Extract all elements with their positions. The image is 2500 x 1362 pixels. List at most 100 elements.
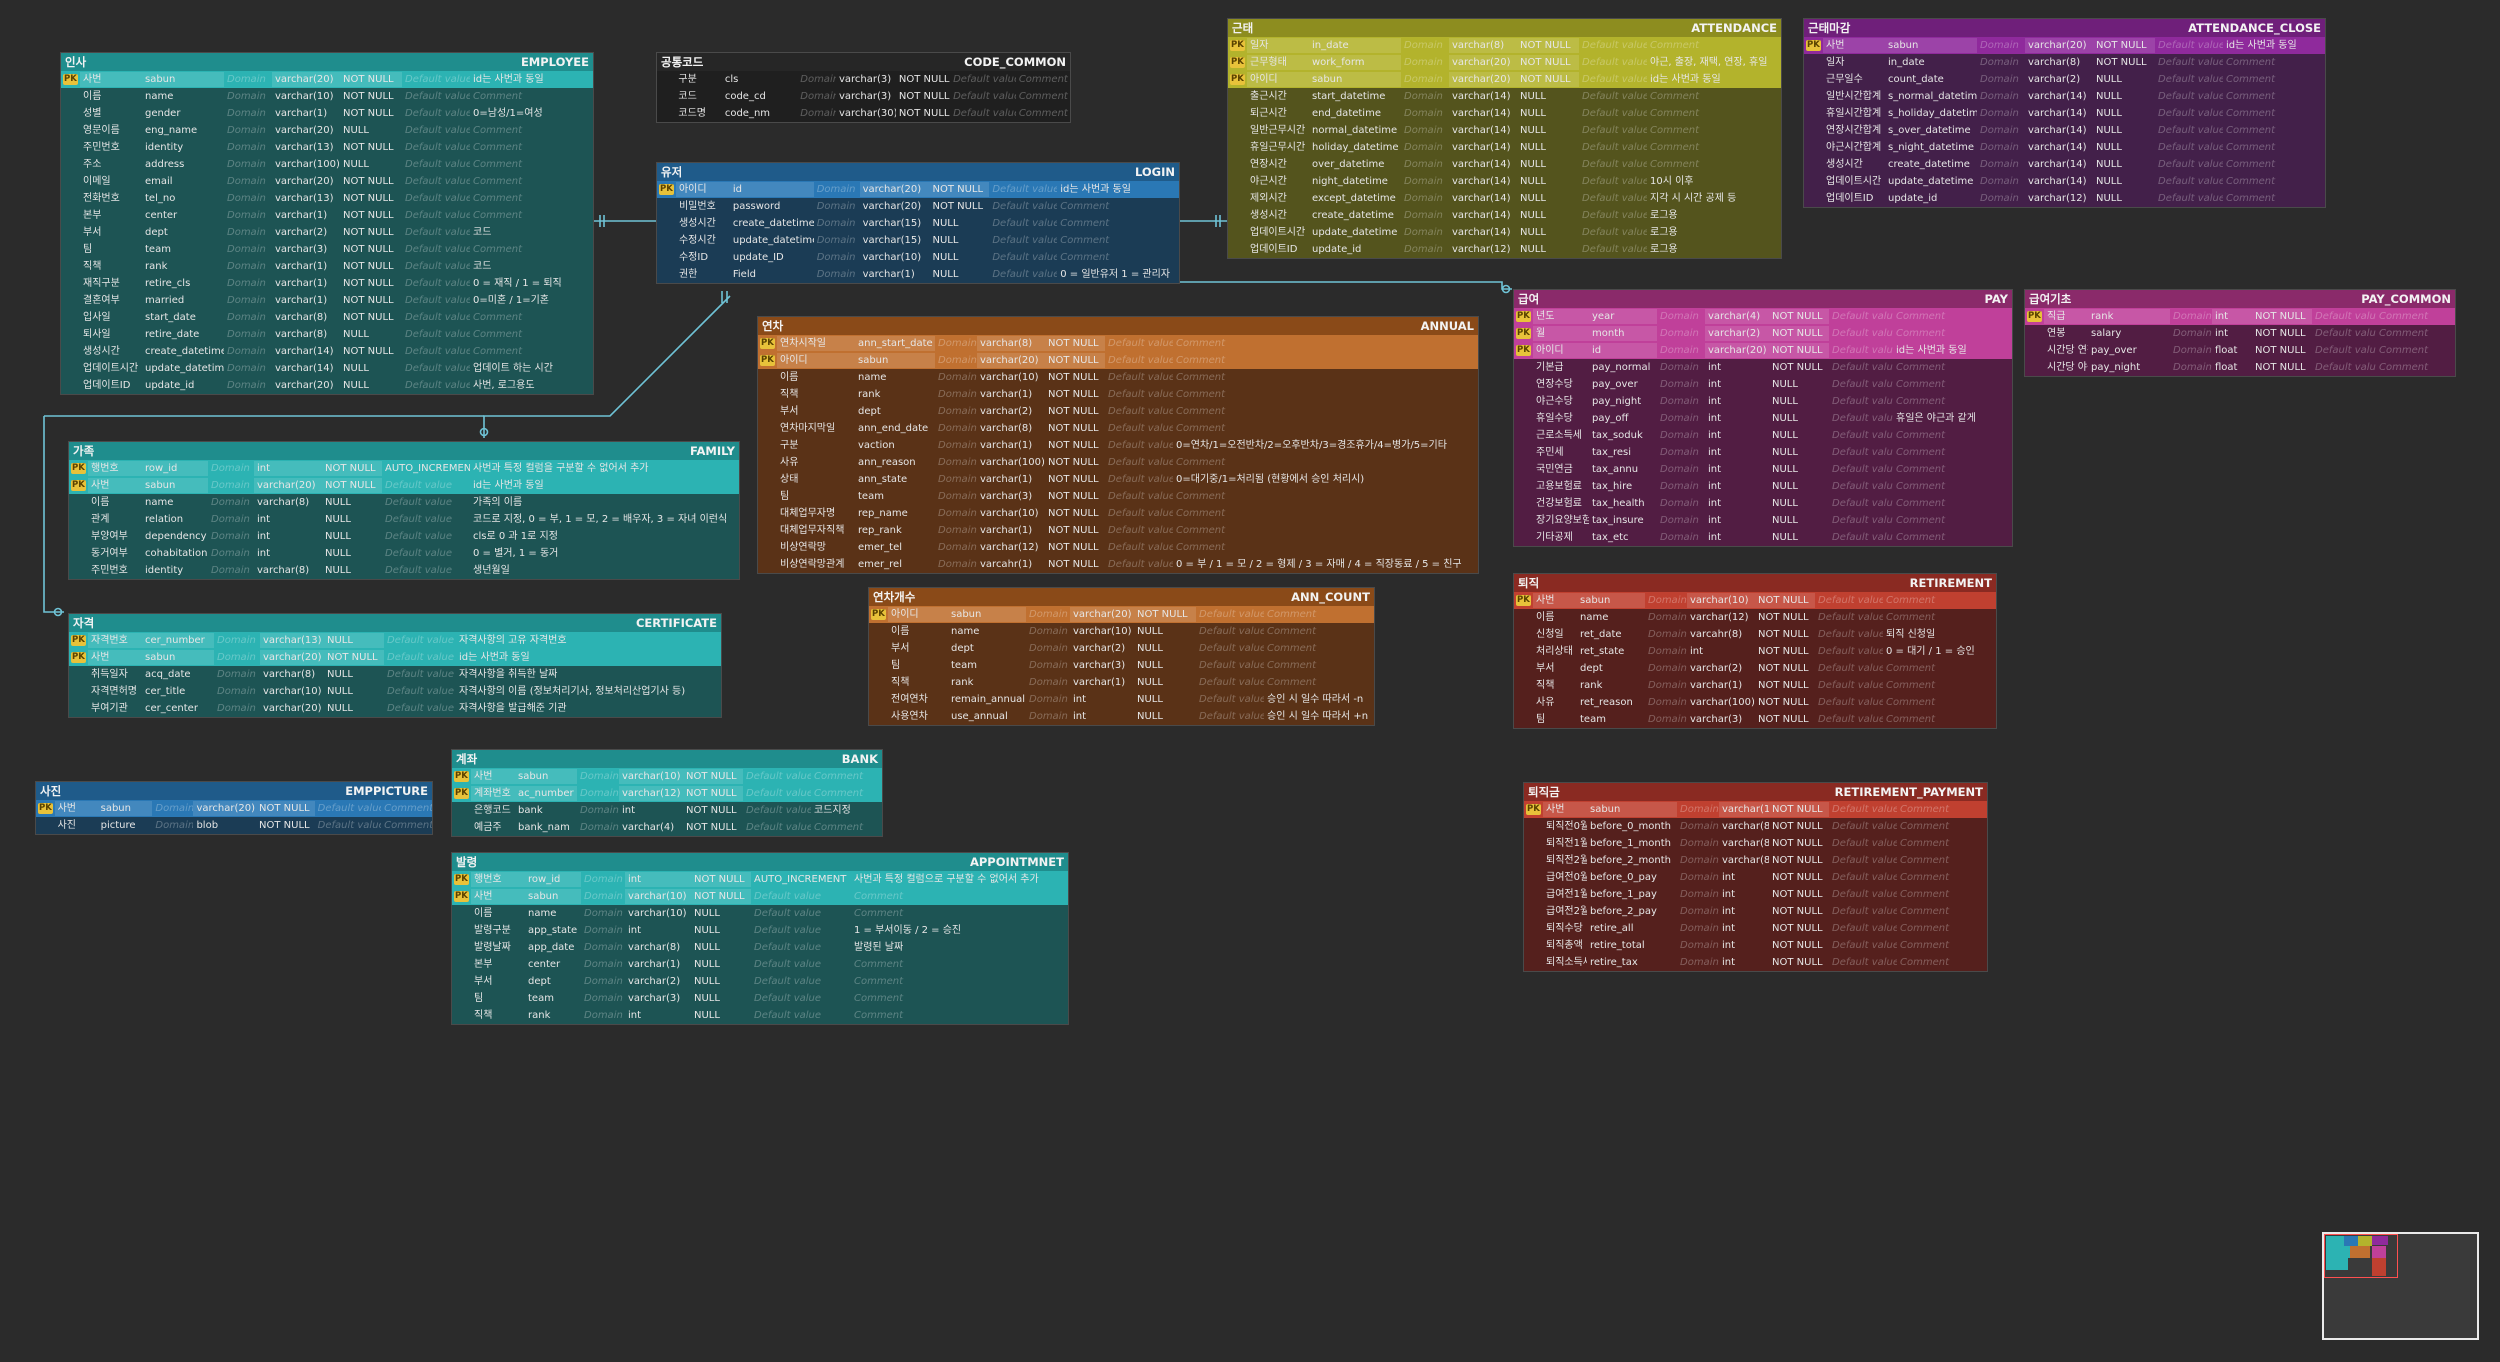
column-default[interactable]: Default value xyxy=(2155,123,2223,138)
column-nullable[interactable]: NOT NULL xyxy=(1045,353,1105,368)
column-domain[interactable]: Domain xyxy=(1977,140,2025,155)
column-comment[interactable]: 0 = 부 / 1 = 모 / 2 = 형제 / 3 = 자매 / 4 = 직장… xyxy=(1173,557,1473,572)
column-nullable[interactable]: NOT NULL xyxy=(1769,870,1829,885)
column-default[interactable]: Default value xyxy=(1829,853,1897,868)
table-attendance[interactable]: 근태 ATTENDANCE PK 일자 in_date Domain varchar(8) N… xyxy=(1227,18,1782,259)
column-logical-name[interactable]: 본부 xyxy=(80,208,142,223)
column-physical-name[interactable]: update_datetime xyxy=(1309,225,1401,240)
column-nullable[interactable]: NOT NULL xyxy=(683,803,743,818)
column-default[interactable]: Default value xyxy=(989,199,1057,214)
column-row[interactable]: 부서 dept Domain varchar(2) NOT NULL Default va… xyxy=(758,403,1478,420)
column-domain[interactable]: Domain xyxy=(1977,174,2025,189)
column-physical-name[interactable]: tax_annu xyxy=(1589,462,1657,477)
column-domain[interactable]: Domain xyxy=(1401,123,1449,138)
column-domain[interactable]: Domain xyxy=(224,259,272,274)
column-logical-name[interactable]: 월 xyxy=(1533,326,1589,341)
column-domain[interactable]: Domain xyxy=(214,684,260,699)
column-physical-name[interactable]: relation xyxy=(142,512,208,527)
column-nullable[interactable]: NOT NULL xyxy=(1769,309,1829,324)
column-domain[interactable]: Domain xyxy=(1977,191,2025,206)
column-logical-name[interactable]: 부서 xyxy=(777,404,855,419)
column-row[interactable]: 재직구분 retire_cls Domain varchar(1) NOT NULL De… xyxy=(61,275,593,292)
column-comment[interactable]: 0=미혼 / 1=기혼 xyxy=(470,293,570,308)
column-logical-name[interactable]: 사진 xyxy=(55,818,98,833)
column-logical-name[interactable]: 코드 xyxy=(675,89,721,104)
column-default[interactable]: Default value xyxy=(743,769,811,784)
pk-column-row[interactable]: PK 아이디 id Domain varchar(20) NOT NULL Default … xyxy=(1514,342,2012,359)
column-default[interactable]: Default value xyxy=(1829,479,1893,494)
column-row[interactable]: 전여연차 remain_annual Domain int NULL Default va… xyxy=(869,691,1374,708)
column-type[interactable]: varchar(14) xyxy=(1449,123,1517,138)
column-nullable[interactable]: NOT NULL xyxy=(1769,938,1829,953)
column-domain[interactable]: Domain xyxy=(1026,607,1070,622)
column-logical-name[interactable]: 연장시간합계 xyxy=(1823,123,1885,138)
column-domain[interactable]: Domain xyxy=(814,199,860,214)
column-row[interactable]: 생성시간 create_datetime Domain varchar(14) NULL… xyxy=(1804,156,2325,173)
column-physical-name[interactable]: in_date xyxy=(1885,55,1977,70)
column-row[interactable]: 팀 team Domain varchar(3) NOT NULL Default val… xyxy=(1514,711,1996,728)
column-default[interactable]: Default value xyxy=(2155,140,2223,155)
column-row[interactable]: 사진 picture Domain blob NOT NULL Default value… xyxy=(36,817,432,834)
column-type[interactable]: varchar(1) xyxy=(625,957,691,972)
column-nullable[interactable]: NOT NULL xyxy=(1769,836,1829,851)
column-comment[interactable]: 야근, 출장, 재택, 연장, 휴일 xyxy=(1647,55,1777,70)
column-nullable[interactable]: NOT NULL xyxy=(1517,55,1579,70)
column-logical-name[interactable]: 연장수당 xyxy=(1533,377,1589,392)
column-domain[interactable]: Domain xyxy=(1026,641,1070,656)
column-domain[interactable]: Domain xyxy=(797,89,836,104)
column-physical-name[interactable]: code_nm xyxy=(722,106,797,121)
column-domain[interactable]: Domain xyxy=(577,803,619,818)
column-domain[interactable]: Domain xyxy=(214,667,260,682)
column-comment[interactable]: Comment xyxy=(1893,377,2009,392)
column-domain[interactable]: Domain xyxy=(1657,343,1705,358)
column-physical-name[interactable]: s_night_datetime xyxy=(1885,140,1977,155)
column-nullable[interactable]: NULL xyxy=(1517,242,1579,257)
column-default[interactable]: Default value xyxy=(989,182,1057,197)
column-logical-name[interactable]: 이름 xyxy=(777,370,855,385)
column-comment[interactable]: 생년월일 xyxy=(470,563,730,578)
column-nullable[interactable]: NOT NULL xyxy=(340,242,402,257)
column-row[interactable]: 본부 center Domain varchar(1) NULL Default valu… xyxy=(452,956,1068,973)
column-logical-name[interactable]: 팀 xyxy=(777,489,855,504)
column-physical-name[interactable]: holiday_datetime xyxy=(1309,140,1401,155)
column-comment[interactable]: Comment xyxy=(1893,530,2009,545)
column-domain[interactable]: Domain xyxy=(1677,887,1719,902)
column-physical-name[interactable]: tax_insure xyxy=(1589,513,1657,528)
column-logical-name[interactable]: 생성시간 xyxy=(676,216,730,231)
column-comment[interactable]: 자격사항의 고유 자격번호 xyxy=(456,633,716,648)
column-domain[interactable]: Domain xyxy=(1677,802,1719,817)
table-header[interactable]: 계좌 BANK xyxy=(452,750,882,768)
column-logical-name[interactable]: 주민번호 xyxy=(80,140,142,155)
column-nullable[interactable]: NULL xyxy=(1769,445,1829,460)
column-type[interactable]: varchar(8) xyxy=(1719,819,1769,834)
column-comment[interactable]: 자격사항을 발급해준 기관 xyxy=(456,701,716,716)
column-default[interactable]: Default value xyxy=(989,250,1057,265)
column-logical-name[interactable]: 부서 xyxy=(888,641,948,656)
column-type[interactable]: varchar(2) xyxy=(1070,641,1134,656)
column-type[interactable]: int xyxy=(619,803,683,818)
pk-column-row[interactable]: PK 사번 sabun Domain varchar(20) NOT NULL Defaul… xyxy=(69,649,721,666)
column-logical-name[interactable]: 휴일수당 xyxy=(1533,411,1589,426)
column-default[interactable]: Default value xyxy=(2155,72,2223,87)
column-row[interactable]: 신청일 ret_date Domain varcahr(8) NOT NULL Defau… xyxy=(1514,626,1996,643)
column-default[interactable]: Default value xyxy=(1829,394,1893,409)
column-default[interactable]: Default value xyxy=(2312,309,2376,324)
column-default[interactable]: Default value xyxy=(2155,106,2223,121)
column-domain[interactable]: Domain xyxy=(2170,309,2212,324)
column-physical-name[interactable]: month xyxy=(1589,326,1657,341)
column-physical-name[interactable]: vaction xyxy=(855,438,935,453)
column-logical-name[interactable]: 직급 xyxy=(2044,309,2088,324)
column-type[interactable]: varchar(20) xyxy=(272,123,340,138)
column-type[interactable]: varchar(8) xyxy=(1719,853,1769,868)
column-domain[interactable]: Domain xyxy=(224,72,272,87)
column-type[interactable]: varchar(14) xyxy=(1449,208,1517,223)
column-row[interactable]: 발령날짜 app_date Domain varchar(8) NULL Default … xyxy=(452,939,1068,956)
column-logical-name[interactable]: 직책 xyxy=(777,387,855,402)
column-default[interactable]: Default value xyxy=(402,361,470,376)
column-physical-name[interactable]: s_over_datetime xyxy=(1885,123,1977,138)
column-domain[interactable]: Domain xyxy=(577,786,619,801)
column-physical-name[interactable]: email xyxy=(142,174,224,189)
column-default[interactable]: Default value xyxy=(1196,641,1264,656)
column-default[interactable]: Default value xyxy=(751,957,851,972)
column-physical-name[interactable]: tax_hire xyxy=(1589,479,1657,494)
